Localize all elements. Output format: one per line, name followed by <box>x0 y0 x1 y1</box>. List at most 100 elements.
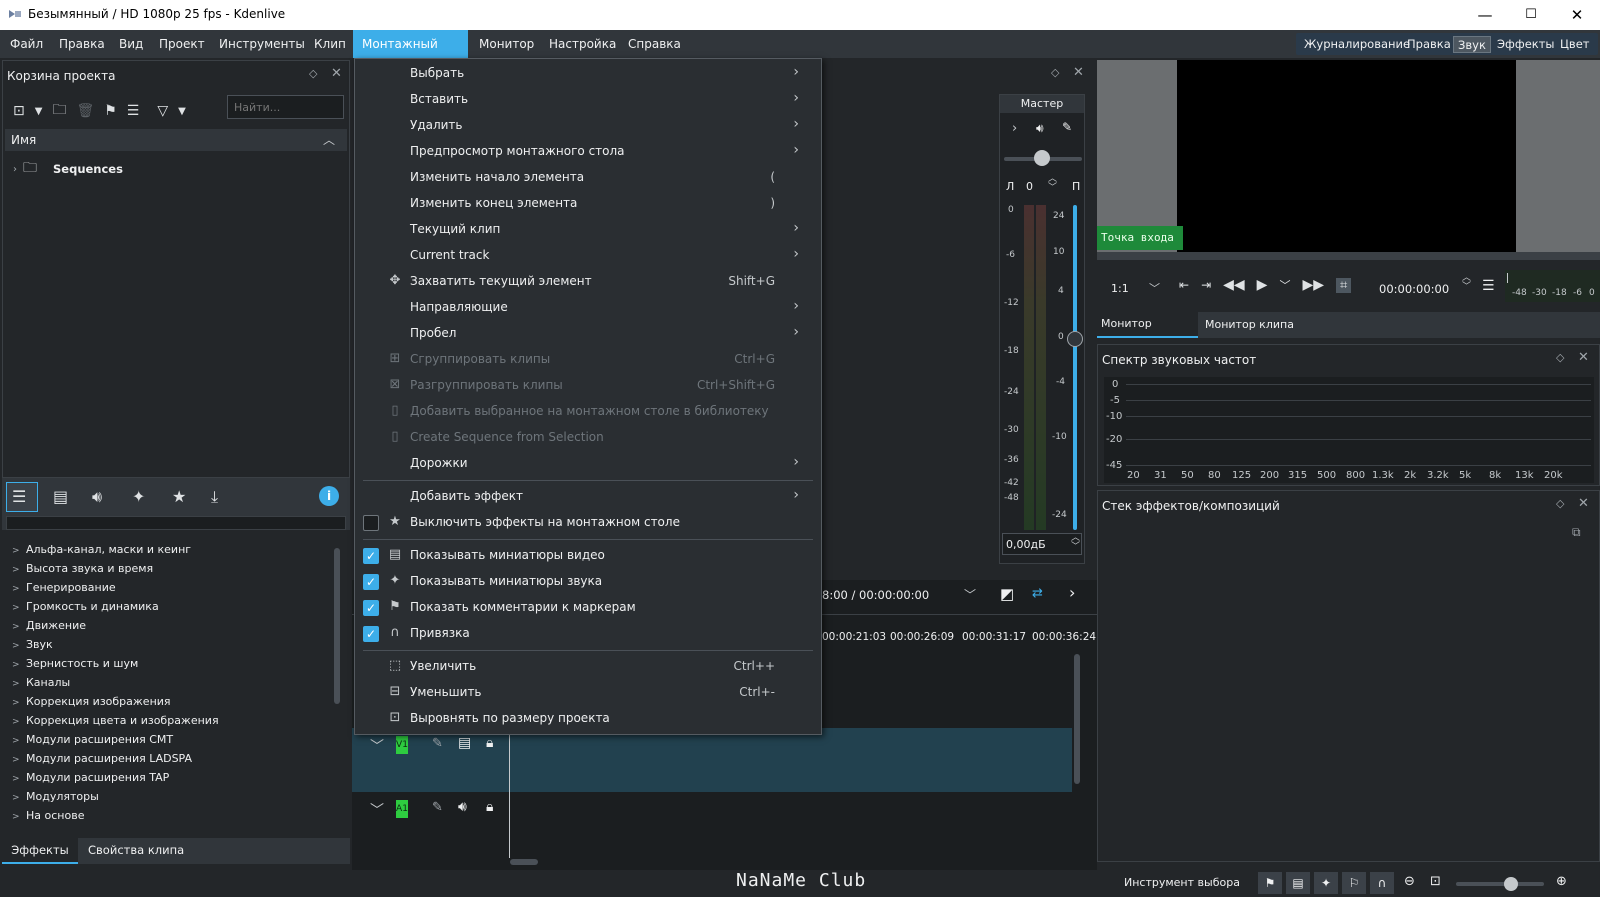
lock-icon[interactable]: 🔒︎ <box>486 735 493 751</box>
bin-item-sequences[interactable]: › 🗀 Sequences <box>13 157 123 181</box>
expand-icon[interactable]: › <box>1012 121 1017 136</box>
trash-icon[interactable]: 🗑 <box>76 103 94 119</box>
menu-project[interactable]: Проект <box>151 30 213 58</box>
monitor-menu-icon[interactable]: ☰ <box>1482 278 1495 294</box>
zoom-dropdown-icon[interactable]: ﹀ <box>1149 280 1160 296</box>
minimize-button[interactable]: — <box>1470 4 1500 26</box>
audio-thumbnails-icon[interactable]: ✦ <box>1314 872 1338 894</box>
menu-monitor[interactable]: Монитор <box>471 30 542 58</box>
menu-item-insert[interactable]: Вставить › <box>355 87 821 113</box>
favorites-icon[interactable]: ★ <box>172 487 186 506</box>
add-clip-icon[interactable]: ⊡ <box>13 103 25 119</box>
workspace-effects[interactable]: Эффекты <box>1493 36 1559 53</box>
menu-item-delete[interactable]: Удалить › <box>355 113 821 139</box>
timecode-stepper[interactable]: ︿ ﹀ <box>1462 274 1471 292</box>
fast-forward-icon[interactable]: ▶▶ <box>1302 277 1324 293</box>
copy-icon[interactable]: ⧉ <box>1572 525 1581 540</box>
menu-item-resize-end[interactable]: Изменить конец элемента) <box>355 191 821 217</box>
menu-help[interactable]: Справка <box>620 30 689 58</box>
folder-icon[interactable]: 🗀 <box>52 99 66 123</box>
menu-item-disable-effects[interactable]: ★ Выключить эффекты на монтажном столе <box>355 510 821 536</box>
volume-handle[interactable] <box>1067 331 1083 347</box>
composite-icon[interactable]: ◩ <box>1000 585 1014 603</box>
effect-category[interactable]: > Модули расширения CMT <box>12 733 173 746</box>
effect-category[interactable]: > Каналы <box>12 676 70 689</box>
effect-category[interactable]: > Высота звука и время <box>12 562 153 575</box>
effect-category[interactable]: > На основе <box>12 809 84 822</box>
menu-item-select[interactable]: Выбрать › <box>355 61 821 87</box>
balance-stepper[interactable]: ︿ ﹀ <box>1048 175 1057 193</box>
tab-clip-properties[interactable]: Свойства клипа <box>88 843 184 857</box>
effect-category[interactable]: > Громкость и динамика <box>12 600 159 613</box>
float-icon[interactable]: ◇ <box>309 67 317 80</box>
menu-item-snap[interactable]: ✓ ∩ Привязка <box>355 621 821 647</box>
list-icon[interactable]: ☰ <box>127 103 140 119</box>
track-label-a1[interactable]: A1 <box>396 800 408 818</box>
custom-effects-icon[interactable]: ✦ <box>132 487 145 506</box>
effect-category[interactable]: > Коррекция изображения <box>12 695 171 708</box>
effect-category[interactable]: > Модули расширения LADSPA <box>12 752 192 765</box>
expand-icon[interactable]: › <box>13 164 17 175</box>
tab-effects[interactable]: Эффекты <box>2 838 78 864</box>
track-tools-icon[interactable]: ⇄ <box>1032 586 1043 601</box>
play-icon[interactable]: ▶ <box>1257 277 1268 293</box>
balance-handle[interactable] <box>1034 150 1050 166</box>
menu-item-grab[interactable]: ✥ Захватить текущий элемент Shift+G <box>355 269 821 295</box>
menu-item-add-effect[interactable]: Добавить эффект › <box>355 484 821 510</box>
filter-dropdown-icon[interactable]: ▼ <box>178 106 186 117</box>
menu-item-tracks[interactable]: Дорожки › <box>355 451 821 477</box>
set-out-icon[interactable]: ⇥ <box>1201 278 1211 292</box>
effect-category[interactable]: > Коррекция цвета и изображения <box>12 714 219 727</box>
menu-timeline[interactable]: Монтажный стол <box>353 30 468 79</box>
timeline-vscroll[interactable] <box>1074 654 1080 784</box>
info-icon[interactable]: i <box>319 486 339 506</box>
menu-settings[interactable]: Настройка <box>541 30 624 58</box>
close-panel-icon[interactable]: ✕ <box>1578 496 1589 511</box>
menu-item-timeline-preview[interactable]: Предпросмотр монтажного стола › <box>355 139 821 165</box>
effect-category[interactable]: > Зернистость и шум <box>12 657 138 670</box>
workspace-edit[interactable]: Правка <box>1403 36 1455 53</box>
audio-track-icon[interactable]: 🔊︎ <box>458 799 467 815</box>
zoom-value[interactable]: 1:1 <box>1111 282 1129 295</box>
menu-item-current-track[interactable]: Current track › <box>355 243 821 269</box>
volume-fader[interactable] <box>1073 205 1077 530</box>
crop-icon[interactable]: ⌗ <box>1336 277 1352 293</box>
menu-item-marker-comments[interactable]: ✓ ⚑ Показать комментарии к маркерам <box>355 595 821 621</box>
sort-up-icon[interactable]: ︿ <box>323 131 335 148</box>
workspace-logging[interactable]: Журналирование <box>1300 36 1414 53</box>
effect-category[interactable]: > Модули расширения TAP <box>12 771 169 784</box>
level-input[interactable]: 0,00дБ ︿ ﹀ <box>1002 533 1082 555</box>
chevron-down-icon[interactable]: ▼ <box>35 106 43 117</box>
tag-icon[interactable]: ⚑ <box>104 103 117 119</box>
menu-item-video-thumbs[interactable]: ✓ ▤ Показывать миниатюры видео <box>355 543 821 569</box>
tab-clip-monitor[interactable]: Монитор клипа <box>1205 318 1294 331</box>
markers-icon[interactable]: ⚐ <box>1342 872 1366 894</box>
snap-icon[interactable]: ∩ <box>1370 872 1394 894</box>
menu-item-space[interactable]: Пробел › <box>355 321 821 347</box>
level-stepper[interactable]: ︿ ﹀ <box>1071 534 1080 552</box>
menu-item-zoom-out[interactable]: ⊟ Уменьшить Ctrl+- <box>355 680 821 706</box>
float-icon[interactable]: ◇ <box>1556 351 1564 364</box>
collapse-track-icon[interactable]: ﹀ <box>370 736 384 756</box>
tag-icon[interactable]: ⚑ <box>1258 872 1282 894</box>
rewind-icon[interactable]: ◀◀ <box>1223 277 1245 293</box>
effects-icon[interactable]: ✎ <box>432 736 443 751</box>
zoom-out-icon[interactable]: ⊖ <box>1404 874 1415 889</box>
close-button[interactable]: ✕ <box>1562 4 1592 26</box>
bin-column-header[interactable]: Имя ︿ <box>5 129 347 151</box>
close-panel-icon[interactable]: ✕ <box>1578 350 1589 365</box>
menu-item-resize-start[interactable]: Изменить начало элемента( <box>355 165 821 191</box>
timeline-hscroll[interactable] <box>510 859 538 865</box>
effect-category[interactable]: > Движение <box>12 619 86 632</box>
filter-icon[interactable]: ▽ <box>157 103 168 119</box>
speaker-icon[interactable]: 🔊︎ <box>1036 121 1044 136</box>
effects-scrollbar[interactable] <box>334 548 340 704</box>
monitor-timecode[interactable]: 00:00:00:00 <box>1379 282 1449 296</box>
effect-category[interactable]: > Генерирование <box>12 581 116 594</box>
fit-zoom-icon[interactable]: ⊡ <box>1430 874 1441 889</box>
tab-project-monitor[interactable]: Монитор проекта <box>1097 312 1198 354</box>
menu-item-fit-zoom[interactable]: ⊡ Выровнять по размеру проекта <box>355 706 821 732</box>
download-icon[interactable]: ⤓ <box>211 487 218 507</box>
video-effects-icon[interactable]: ▤ <box>53 487 68 506</box>
lock-icon[interactable]: 🔒︎ <box>486 799 493 815</box>
